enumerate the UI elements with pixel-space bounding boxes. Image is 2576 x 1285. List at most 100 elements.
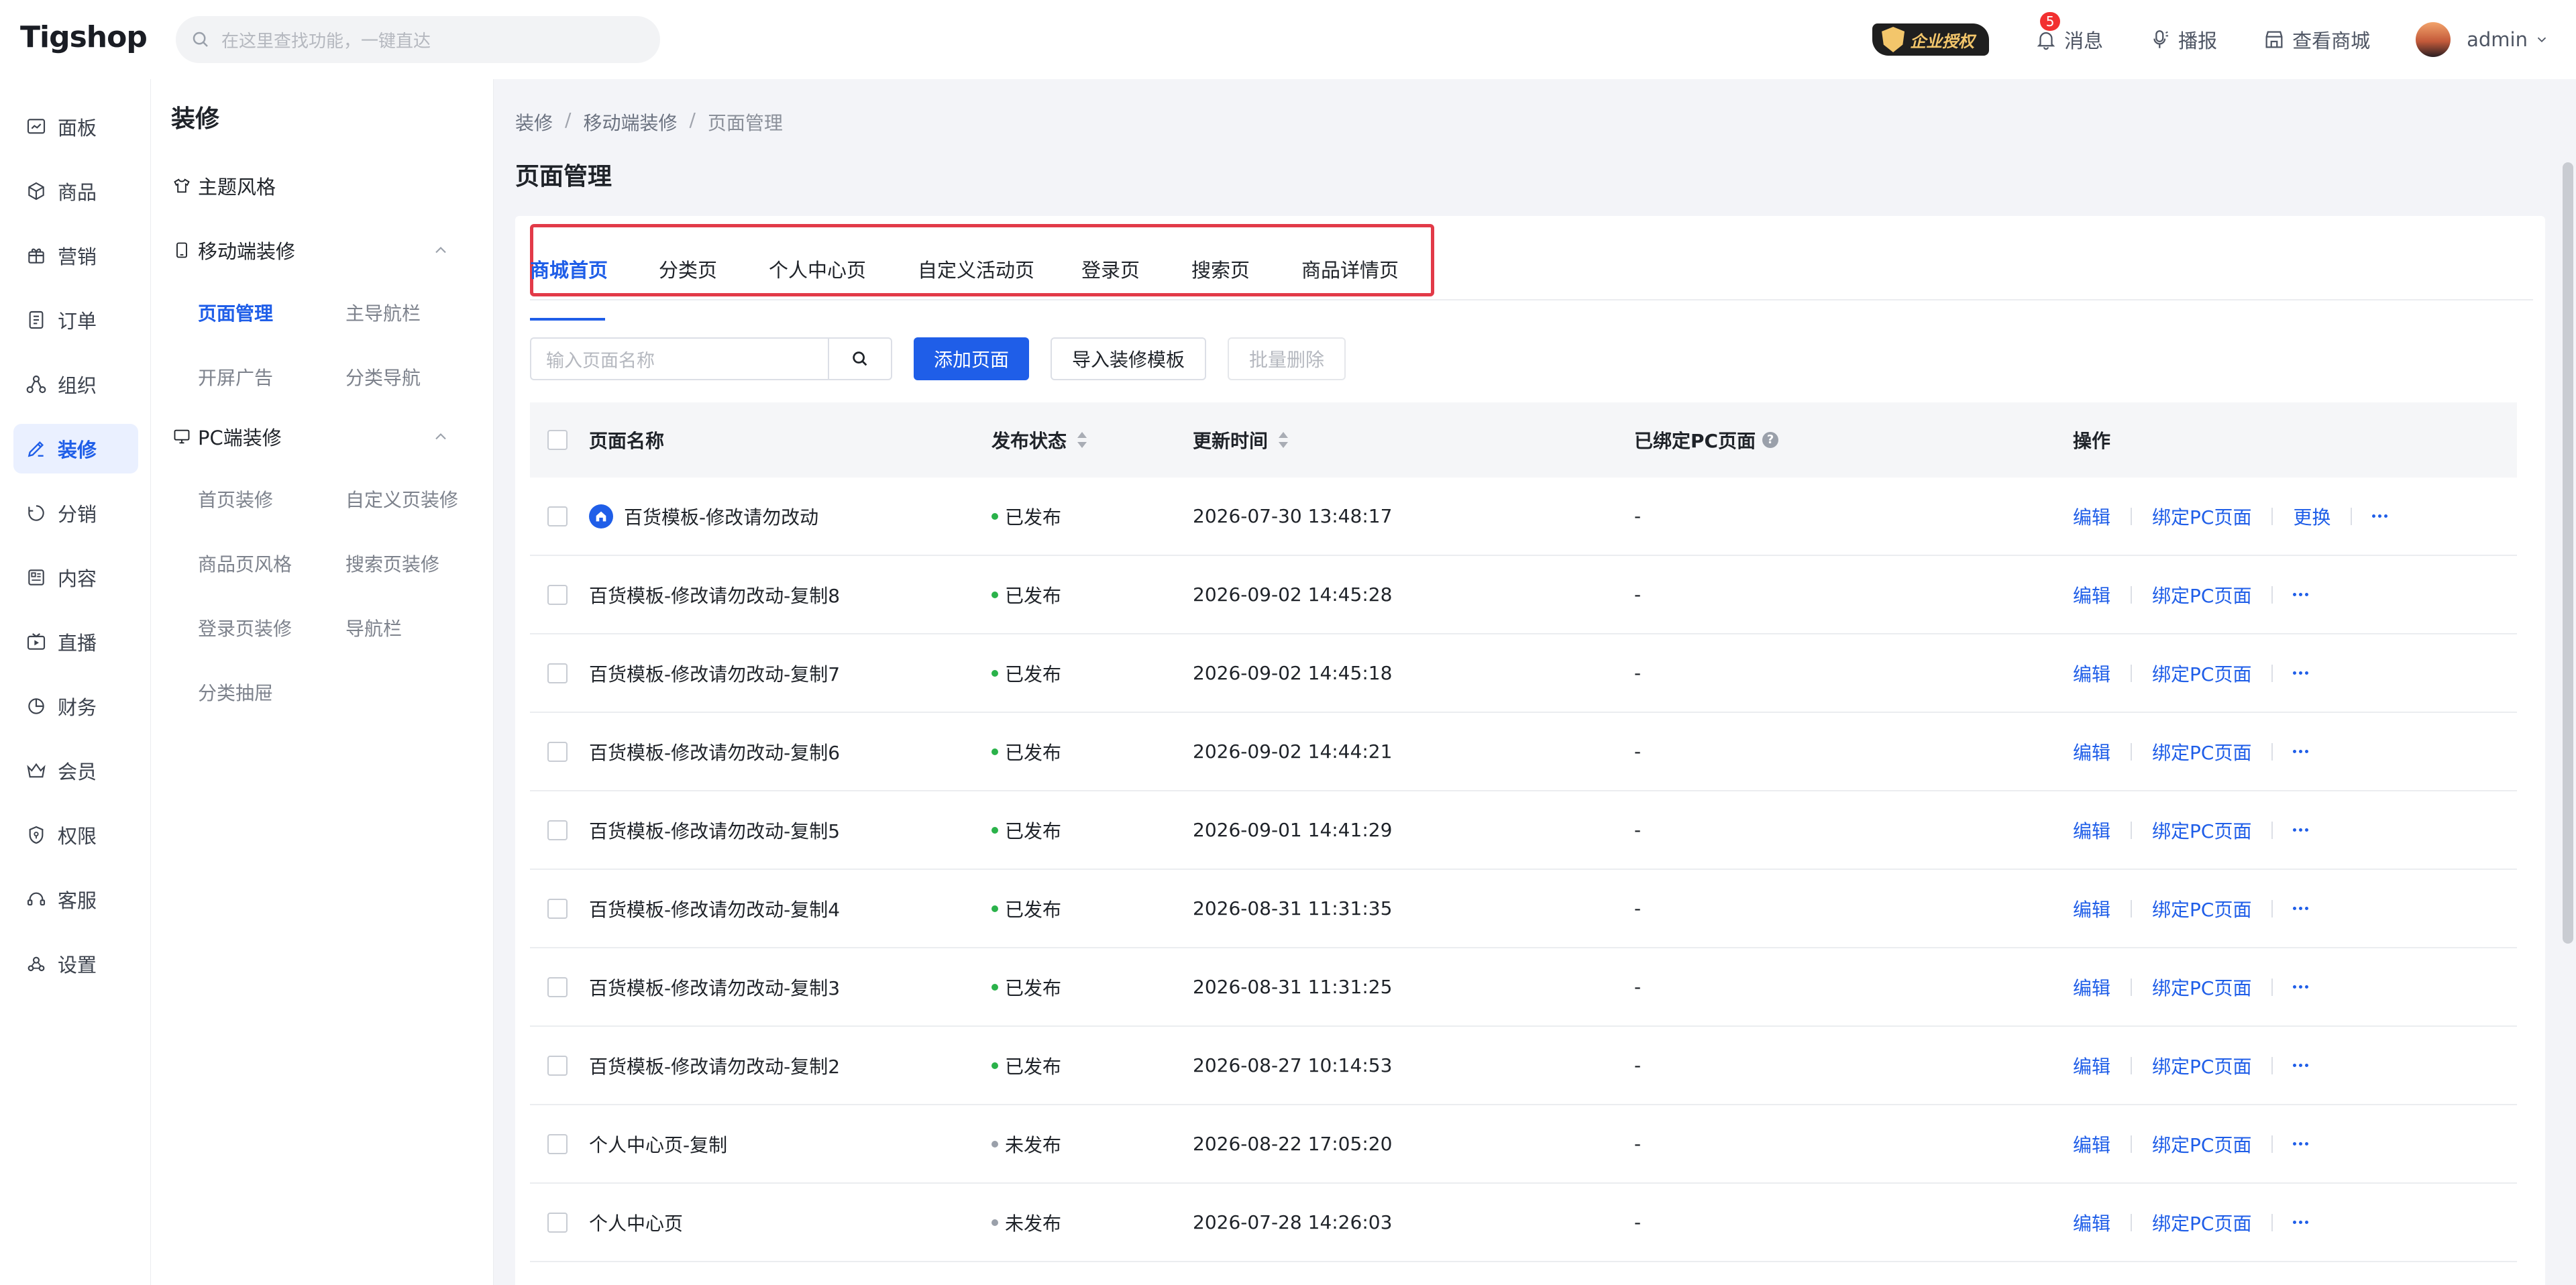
rail-item-decoration[interactable]: 装修 — [13, 424, 138, 473]
sidebar-link-splash-ad[interactable]: 开屏广告 — [198, 364, 273, 390]
bind-pc-page-link[interactable]: 绑定PC页面 — [2152, 1209, 2251, 1236]
sidebar-link-navbar[interactable]: 导航栏 — [345, 614, 402, 641]
rail-item-finance[interactable]: 财务 — [13, 681, 138, 731]
page-scrollbar[interactable] — [2563, 162, 2573, 944]
row-checkbox[interactable] — [547, 1212, 568, 1233]
logo[interactable]: Tigshop — [20, 20, 148, 54]
edit-link[interactable]: 编辑 — [2073, 581, 2110, 608]
row-checkbox[interactable] — [547, 584, 568, 605]
col-update-time[interactable]: 更新时间 — [1193, 427, 1289, 453]
row-checkbox[interactable] — [547, 506, 568, 526]
edit-link[interactable]: 编辑 — [2073, 817, 2110, 844]
edit-link[interactable]: 编辑 — [2073, 895, 2110, 922]
rail-item-organization[interactable]: 组织 — [13, 359, 138, 409]
rail-item-settings[interactable]: 设置 — [13, 939, 138, 989]
row-checkbox[interactable] — [547, 898, 568, 919]
col-publish-status[interactable]: 发布状态 — [991, 427, 1087, 453]
batch-delete-button[interactable]: 批量删除 — [1228, 337, 1346, 380]
more-actions-icon[interactable] — [2293, 1142, 2309, 1146]
more-actions-icon[interactable] — [2293, 828, 2309, 832]
sidebar-link-category-nav[interactable]: 分类导航 — [345, 364, 421, 390]
bind-pc-page-link[interactable]: 绑定PC页面 — [2152, 660, 2251, 687]
rail-item-content[interactable]: 内容 — [13, 553, 138, 602]
bind-pc-page-link[interactable]: 绑定PC页面 — [2152, 1052, 2251, 1079]
sidebar-section-pc[interactable]: PC端装修 — [172, 423, 473, 451]
bind-pc-page-link[interactable]: 绑定PC页面 — [2152, 738, 2251, 765]
row-checkbox[interactable] — [547, 1133, 568, 1154]
user-menu[interactable]: admin — [2416, 22, 2549, 57]
sort-icon[interactable] — [1277, 432, 1289, 448]
rail-item-orders[interactable]: 订单 — [13, 295, 138, 345]
rail-item-dashboard[interactable]: 面板 — [13, 102, 138, 152]
rail-item-permissions[interactable]: 权限 — [13, 810, 138, 860]
more-actions-icon[interactable] — [2293, 1221, 2309, 1224]
edit-link[interactable]: 编辑 — [2073, 1131, 2110, 1158]
rail-item-marketing[interactable]: 营销 — [13, 231, 138, 280]
enterprise-license-badge[interactable]: 企业授权 — [1872, 23, 1990, 56]
help-icon[interactable]: ? — [1762, 432, 1779, 448]
rail-item-live[interactable]: 直播 — [13, 617, 138, 667]
sidebar-item-theme-style[interactable]: 主题风格 — [172, 172, 276, 200]
messages-button[interactable]: 5 消息 — [2035, 12, 2103, 54]
global-search[interactable]: 在这里查找功能，一键直达 — [176, 16, 660, 63]
tab-category-page[interactable]: 分类页 — [659, 255, 717, 283]
bind-pc-page-link[interactable]: 绑定PC页面 — [2152, 581, 2251, 608]
bind-pc-page-link[interactable]: 绑定PC页面 — [2152, 503, 2251, 530]
sidebar-link-search-page-decor[interactable]: 搜索页装修 — [345, 550, 439, 577]
more-actions-icon[interactable] — [2293, 985, 2309, 989]
sidebar-section-mobile[interactable]: 移动端装修 — [172, 236, 473, 264]
bind-pc-page-link[interactable]: 绑定PC页面 — [2152, 817, 2251, 844]
bind-pc-page-link[interactable]: 绑定PC页面 — [2152, 895, 2251, 922]
tab-user-center-page[interactable]: 个人中心页 — [769, 255, 866, 283]
bind-pc-page-link[interactable]: 绑定PC页面 — [2152, 974, 2251, 1001]
row-checkbox[interactable] — [547, 663, 568, 683]
edit-link[interactable]: 编辑 — [2073, 974, 2110, 1001]
sidebar-link-custom-page-decor[interactable]: 自定义页装修 — [345, 486, 458, 512]
more-actions-icon[interactable] — [2293, 593, 2309, 596]
sidebar-link-login-page-decor[interactable]: 登录页装修 — [198, 614, 292, 641]
rail-item-products[interactable]: 商品 — [13, 166, 138, 216]
rail-item-distribution[interactable]: 分销 — [13, 488, 138, 538]
tab-custom-activity-page[interactable]: 自定义活动页 — [918, 255, 1034, 283]
sidebar-link-page-management[interactable]: 页面管理 — [198, 299, 273, 326]
rail-item-customer-service[interactable]: 客服 — [13, 875, 138, 924]
import-template-button[interactable]: 导入装修模板 — [1051, 337, 1207, 380]
add-page-button[interactable]: 添加页面 — [914, 337, 1030, 380]
tab-search-page[interactable]: 搜索页 — [1191, 255, 1250, 283]
sidebar-link-category-drawer[interactable]: 分类抽屉 — [198, 679, 273, 706]
select-all-checkbox[interactable] — [547, 430, 568, 450]
tab-login-page[interactable]: 登录页 — [1081, 255, 1140, 283]
edit-link[interactable]: 编辑 — [2073, 1052, 2110, 1079]
more-actions-icon[interactable] — [2372, 514, 2388, 518]
tab-product-detail-page[interactable]: 商品详情页 — [1301, 255, 1399, 283]
sort-icon[interactable] — [1076, 432, 1087, 448]
more-actions-icon[interactable] — [2293, 1064, 2309, 1067]
broadcast-button[interactable]: 播报 — [2149, 25, 2217, 54]
tab-mall-home[interactable]: 商城首页 — [530, 255, 608, 283]
sidebar-link-main-nav[interactable]: 主导航栏 — [345, 299, 421, 326]
edit-link[interactable]: 编辑 — [2073, 738, 2110, 765]
page-name-search-input[interactable]: 输入页面名称 — [530, 337, 828, 380]
row-page-name: 百货模板-修改请勿改动-复制7 — [589, 660, 840, 687]
edit-link[interactable]: 编辑 — [2073, 1209, 2110, 1236]
row-checkbox[interactable] — [547, 976, 568, 997]
sidebar-link-home-decor[interactable]: 首页装修 — [198, 486, 273, 512]
rail-item-members[interactable]: 会员 — [13, 746, 138, 795]
chevron-up-icon[interactable] — [431, 427, 450, 446]
view-shop-button[interactable]: 查看商城 — [2263, 25, 2370, 54]
row-checkbox[interactable] — [547, 820, 568, 840]
edit-link[interactable]: 编辑 — [2073, 660, 2110, 687]
chevron-up-icon[interactable] — [431, 241, 450, 260]
row-checkbox[interactable] — [547, 741, 568, 762]
breadcrumb-item[interactable]: 移动端装修 — [583, 109, 677, 135]
breadcrumb-item[interactable]: 装修 — [515, 109, 553, 135]
more-actions-icon[interactable] — [2293, 907, 2309, 910]
edit-link[interactable]: 编辑 — [2073, 503, 2110, 530]
more-actions-icon[interactable] — [2293, 750, 2309, 753]
more-actions-icon[interactable] — [2293, 671, 2309, 675]
search-button[interactable] — [828, 337, 892, 380]
sidebar-link-product-page-style[interactable]: 商品页风格 — [198, 550, 292, 577]
row-checkbox[interactable] — [547, 1055, 568, 1076]
bind-pc-page-link[interactable]: 绑定PC页面 — [2152, 1131, 2251, 1158]
replace-link[interactable]: 更换 — [2293, 503, 2330, 530]
